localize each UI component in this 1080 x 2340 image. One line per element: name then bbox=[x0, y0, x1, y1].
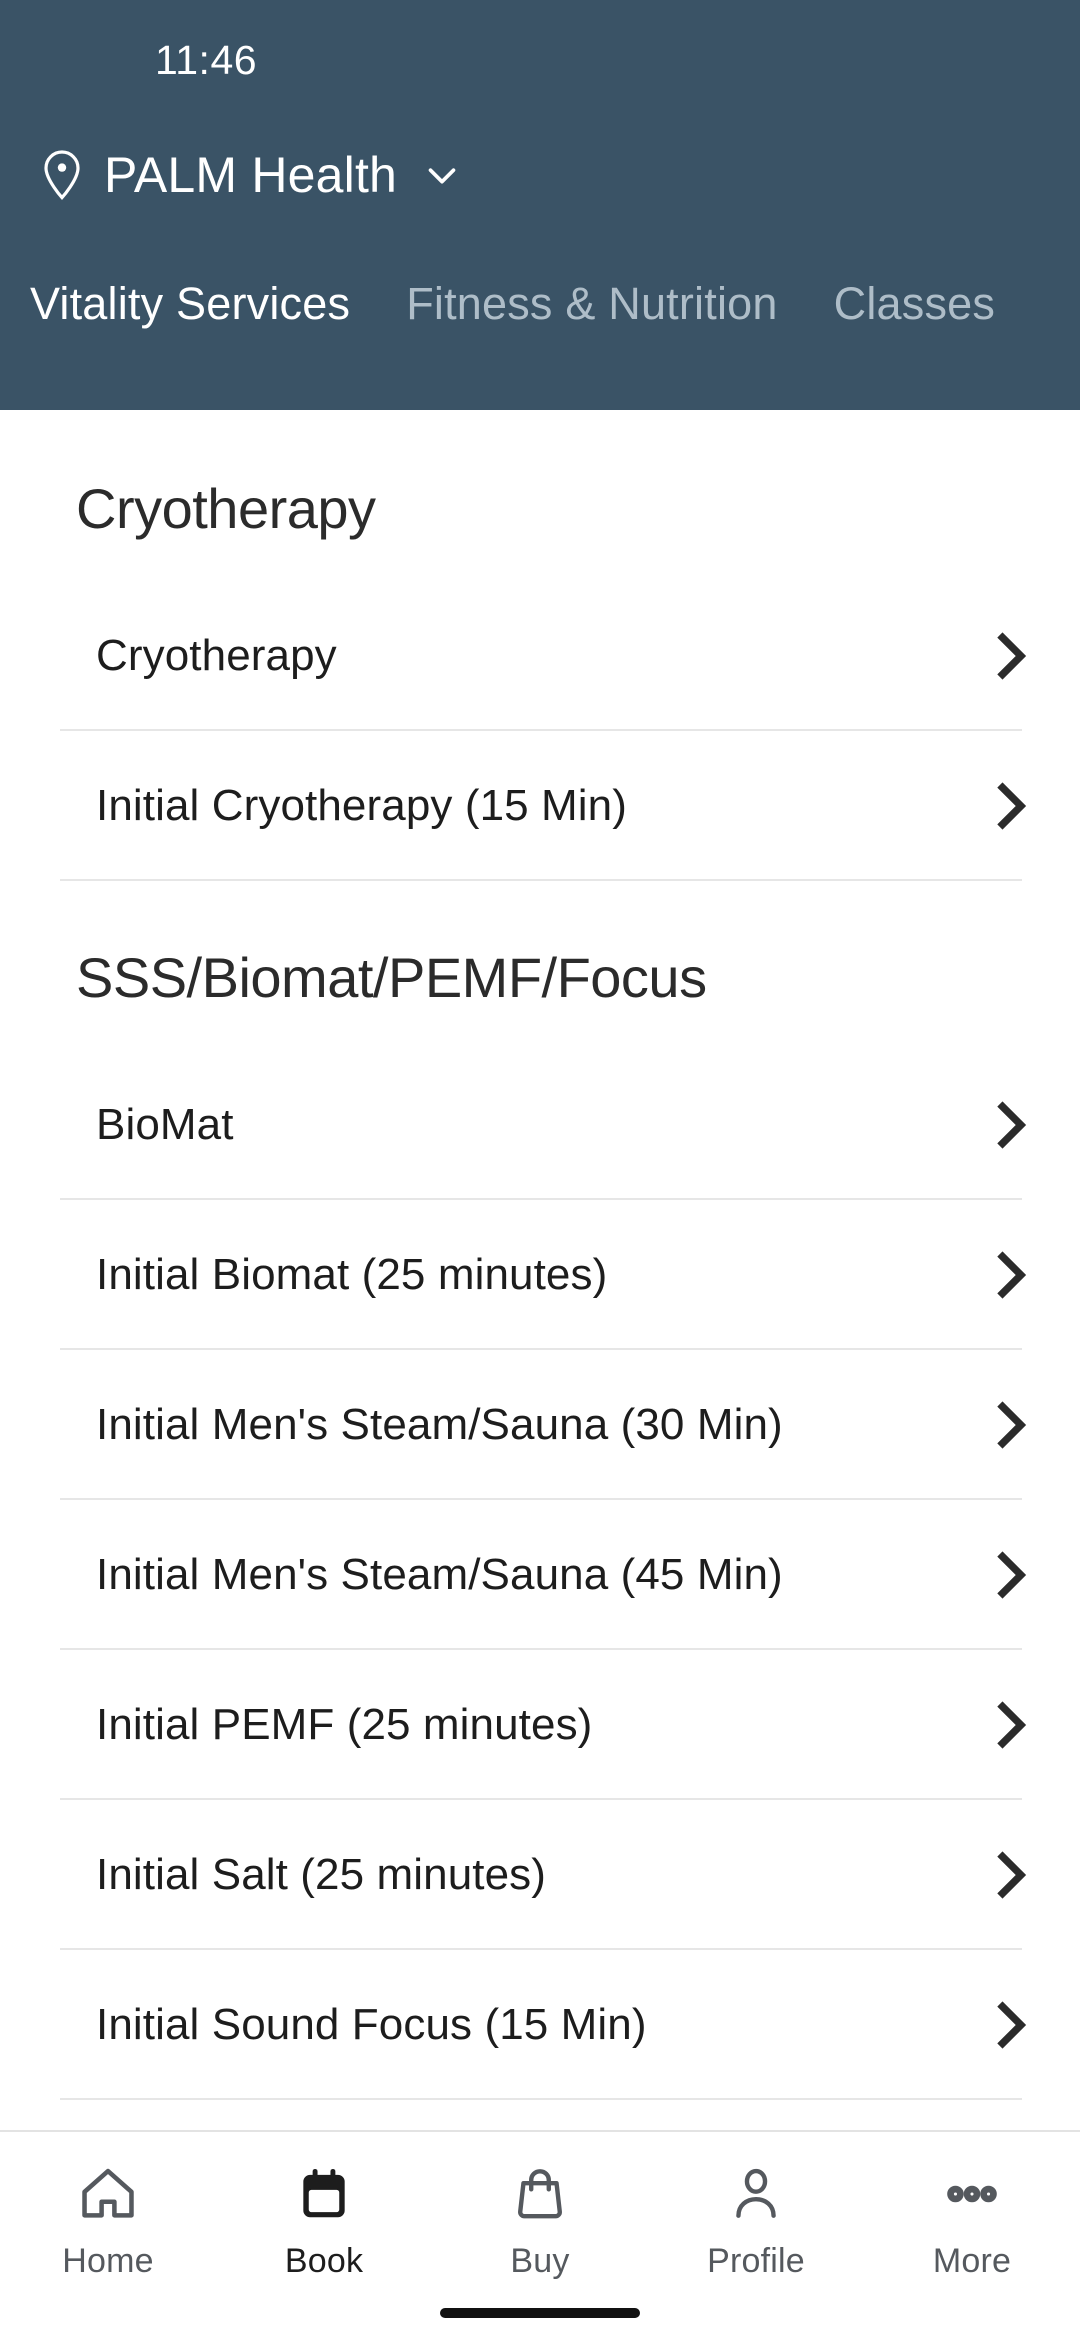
nav-item-buy[interactable]: Buy bbox=[432, 2158, 648, 2281]
person-icon bbox=[725, 2158, 787, 2230]
list-item[interactable]: BioMat bbox=[0, 1050, 1080, 1200]
chevron-right-icon bbox=[994, 1549, 1034, 1601]
list-item[interactable]: Initial Cryotherapy (15 Min) bbox=[0, 731, 1080, 881]
list-item[interactable]: Initial Biomat (25 minutes) bbox=[0, 1200, 1080, 1350]
service-list[interactable]: Cryotherapy Cryotherapy Initial Cryother… bbox=[0, 410, 1080, 2130]
bottom-navigation-bar[interactable]: Home Book Buy Profile More bbox=[0, 2130, 1080, 2340]
list-item[interactable]: Initial PEMF (25 minutes) bbox=[0, 1650, 1080, 1800]
chevron-right-icon bbox=[994, 1249, 1034, 1301]
nav-item-home[interactable]: Home bbox=[0, 2158, 216, 2281]
list-item-label: Cryotherapy bbox=[96, 631, 337, 680]
nav-item-more[interactable]: More bbox=[864, 2158, 1080, 2281]
calendar-icon bbox=[293, 2158, 355, 2230]
ellipsis-icon bbox=[941, 2158, 1003, 2230]
list-item[interactable]: Cryotherapy bbox=[0, 581, 1080, 731]
section-heading-sss-biomat-pemf-focus: SSS/Biomat/PEMF/Focus bbox=[76, 946, 707, 1009]
shopping-bag-icon bbox=[509, 2158, 571, 2230]
list-item-label: Initial Men's Steam/Sauna (30 Min) bbox=[96, 1400, 783, 1449]
nav-item-label: Buy bbox=[510, 2242, 570, 2280]
tab-vitality-services[interactable]: Vitality Services bbox=[30, 278, 350, 330]
chevron-right-icon bbox=[994, 1849, 1034, 1901]
list-item[interactable]: Initial Men's Steam/Sauna (30 Min) bbox=[0, 1350, 1080, 1500]
status-bar-clock: 11:46 bbox=[155, 36, 258, 83]
chevron-right-icon bbox=[994, 630, 1034, 682]
app-header: 11:46 PALM Health Vitality Services Fitn… bbox=[0, 0, 1080, 410]
home-icon bbox=[76, 2158, 140, 2230]
chevron-right-icon bbox=[994, 1999, 1034, 2051]
chevron-down-icon[interactable] bbox=[397, 152, 465, 198]
nav-item-label: More bbox=[932, 2242, 1012, 2280]
tab-fitness-nutrition[interactable]: Fitness & Nutrition bbox=[406, 278, 777, 330]
list-item-label: Initial PEMF (25 minutes) bbox=[96, 1700, 593, 1749]
home-gesture-indicator bbox=[440, 2308, 640, 2318]
chevron-right-icon bbox=[994, 1399, 1034, 1451]
list-item[interactable]: Initial Sound Focus (15 Min) bbox=[0, 1950, 1080, 2100]
list-item-label: Initial Sound Focus (15 Min) bbox=[96, 2000, 647, 2049]
list-item-label: Initial Salt (25 minutes) bbox=[96, 1850, 547, 1899]
list-item-label: Initial Cryotherapy (15 Min) bbox=[96, 781, 627, 830]
chevron-right-icon bbox=[994, 1699, 1034, 1751]
section-heading-cryotherapy: Cryotherapy bbox=[76, 477, 376, 540]
list-item-label: Initial Biomat (25 minutes) bbox=[96, 1250, 608, 1299]
nav-item-label: Book bbox=[284, 2242, 364, 2280]
status-bar: 11:46 bbox=[0, 0, 1080, 120]
tab-classes[interactable]: Classes bbox=[834, 278, 995, 330]
nav-item-book[interactable]: Book bbox=[216, 2158, 432, 2281]
chevron-right-icon bbox=[994, 1099, 1034, 1151]
location-pin-icon bbox=[38, 149, 86, 201]
location-selector[interactable]: PALM Health bbox=[0, 120, 1080, 230]
nav-item-label: Home bbox=[62, 2242, 154, 2280]
list-item-label: BioMat bbox=[96, 1100, 234, 1149]
chevron-right-icon bbox=[994, 780, 1034, 832]
nav-item-profile[interactable]: Profile bbox=[648, 2158, 864, 2281]
category-tab-bar[interactable]: Vitality Services Fitness & Nutrition Cl… bbox=[0, 278, 1080, 330]
list-item[interactable]: Initial Salt (25 minutes) bbox=[0, 1800, 1080, 1950]
location-name: PALM Health bbox=[104, 147, 398, 203]
nav-item-label: Profile bbox=[707, 2242, 805, 2280]
list-item-label: Initial Men's Steam/Sauna (45 Min) bbox=[96, 1550, 783, 1599]
list-item[interactable]: Initial Men's Steam/Sauna (45 Min) bbox=[0, 1500, 1080, 1650]
